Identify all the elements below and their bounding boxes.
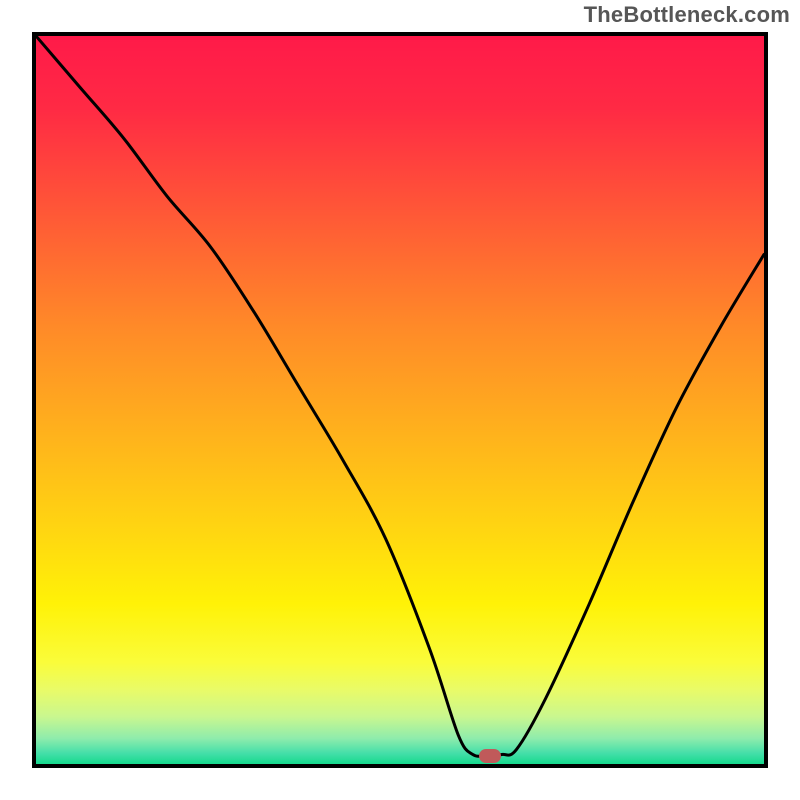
optimum-marker [479,749,501,763]
plot-area [32,32,768,768]
watermark-text: TheBottleneck.com [584,2,790,28]
chart-container: TheBottleneck.com [0,0,800,800]
bottleneck-curve [36,36,764,764]
